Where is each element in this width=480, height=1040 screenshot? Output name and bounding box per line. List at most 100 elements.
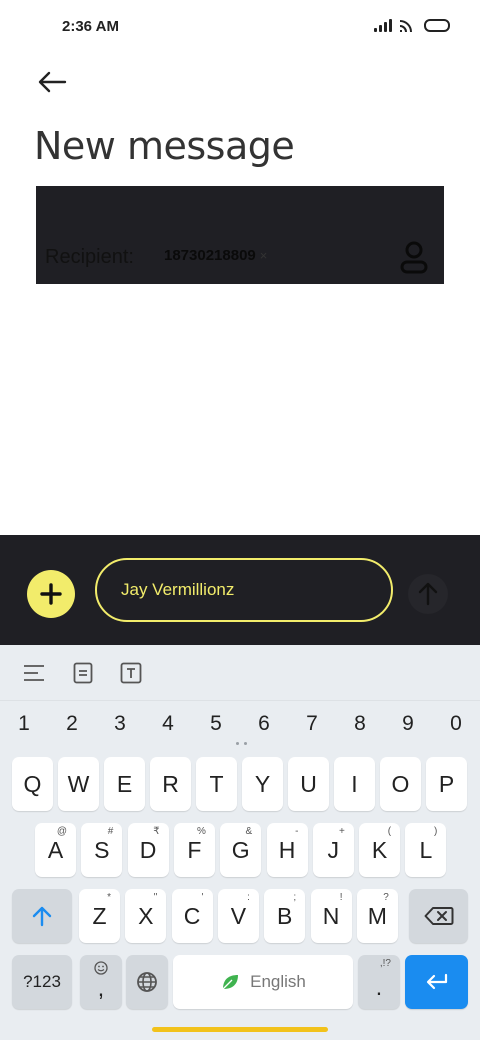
status-time: 2:36 AM bbox=[62, 18, 119, 35]
shift-key[interactable] bbox=[12, 889, 72, 943]
send-button[interactable] bbox=[408, 574, 448, 614]
symbols-key-label: ?123 bbox=[23, 972, 61, 991]
letter-key[interactable]: ; B bbox=[264, 889, 306, 943]
letter-key[interactable]: & G bbox=[220, 823, 262, 877]
key-label: D bbox=[139, 836, 157, 863]
letter-key[interactable]: Y bbox=[242, 757, 283, 811]
number-key[interactable]: 7 bbox=[294, 707, 330, 741]
key-hint: ! bbox=[339, 892, 343, 903]
key-hint: : bbox=[247, 892, 250, 903]
letter-key[interactable]: -H bbox=[266, 823, 308, 877]
key-hint: ( bbox=[387, 826, 392, 837]
letter-key[interactable]: :V bbox=[217, 889, 259, 943]
letter-key[interactable]: Q bbox=[12, 757, 53, 811]
keyboard-menu-button[interactable] bbox=[20, 659, 48, 687]
clipboard-button[interactable] bbox=[69, 659, 97, 687]
clipboard-icon bbox=[73, 662, 93, 684]
emoji-icon bbox=[94, 961, 108, 975]
key-label: W bbox=[67, 770, 90, 797]
number-key[interactable]: 8 bbox=[342, 707, 378, 741]
letter-key[interactable]: E bbox=[104, 757, 145, 811]
arrow-up-icon bbox=[418, 582, 438, 606]
letter-key[interactable]: R bbox=[150, 757, 191, 811]
back-button[interactable] bbox=[34, 64, 70, 100]
period-key[interactable]: ,!? . bbox=[358, 955, 400, 1009]
keyboard-toolbar bbox=[0, 645, 480, 701]
letter-key[interactable]: (K bbox=[359, 823, 401, 877]
key-label: S bbox=[94, 836, 110, 863]
key-label: E bbox=[116, 770, 133, 797]
letter-key[interactable]: U bbox=[288, 757, 329, 811]
letter-key[interactable]: * Z bbox=[79, 889, 120, 943]
contact-picker-button[interactable] bbox=[398, 240, 430, 274]
letter-key[interactable]: P bbox=[426, 757, 467, 811]
letter-key[interactable]: T bbox=[196, 757, 237, 811]
key-hint: * bbox=[107, 892, 111, 903]
key-hint: ) bbox=[434, 826, 438, 837]
home-indicator[interactable] bbox=[152, 1027, 328, 1032]
number-key[interactable]: 0 bbox=[438, 707, 474, 741]
key-label: M bbox=[367, 902, 387, 929]
number-key[interactable]: 1 bbox=[6, 707, 42, 741]
person-icon bbox=[400, 241, 428, 274]
key-label: F bbox=[187, 836, 202, 863]
status-icons bbox=[374, 18, 450, 32]
letter-key[interactable]: O bbox=[380, 757, 421, 811]
text-style-button[interactable] bbox=[117, 659, 145, 687]
letter-key[interactable]: " X bbox=[125, 889, 167, 943]
backspace-key[interactable] bbox=[409, 889, 468, 943]
period-key-label: . bbox=[375, 973, 383, 1000]
letter-key[interactable]: ' C bbox=[171, 889, 213, 943]
wifi-icon bbox=[399, 20, 412, 32]
number-key[interactable]: 4 bbox=[150, 707, 186, 741]
key-label: X bbox=[138, 902, 154, 929]
chip-remove-icon[interactable]: × bbox=[260, 248, 268, 263]
attach-button[interactable] bbox=[27, 570, 75, 618]
comma-key[interactable]: , bbox=[80, 955, 122, 1009]
key-hint: ; bbox=[293, 892, 297, 903]
key-label: O bbox=[391, 770, 410, 797]
language-key[interactable] bbox=[126, 955, 168, 1009]
space-key[interactable]: English bbox=[173, 955, 353, 1009]
recipient-chip-number: 18730218809 bbox=[164, 247, 256, 264]
key-hint: + bbox=[338, 826, 345, 837]
key-label: G bbox=[231, 836, 250, 863]
key-hint: " bbox=[153, 892, 158, 903]
key-label: Q bbox=[23, 770, 42, 797]
key-label: H bbox=[278, 836, 296, 863]
letter-key[interactable]: + J bbox=[312, 823, 354, 877]
leaf-icon bbox=[222, 975, 239, 990]
key-label: T bbox=[209, 770, 224, 797]
key-hint: # bbox=[107, 826, 114, 837]
letter-key[interactable]: # S bbox=[81, 823, 123, 877]
key-label: Y bbox=[254, 770, 271, 797]
comma-key-label: , bbox=[97, 974, 105, 1001]
recipient-chip[interactable]: 18730218809 × bbox=[164, 247, 267, 264]
key-label: P bbox=[438, 770, 455, 797]
number-key[interactable]: 6 bbox=[246, 707, 282, 741]
letter-key[interactable]: ) L bbox=[405, 823, 447, 877]
key-label: L bbox=[419, 836, 433, 863]
backspace-icon bbox=[424, 907, 453, 925]
number-key[interactable]: 3 bbox=[102, 707, 138, 741]
symbols-key[interactable]: ?123 bbox=[12, 955, 72, 1009]
letter-key[interactable]: ? M bbox=[356, 889, 398, 943]
number-key[interactable]: 2 bbox=[54, 707, 90, 741]
key-label: Z bbox=[92, 902, 107, 929]
letter-key[interactable]: % F bbox=[173, 823, 215, 877]
key-hint: ' bbox=[201, 892, 204, 903]
keyboard: 1234567890 QWERTYUIOP @ A # S ₹ D% F & G - H + J(K) L… bbox=[0, 645, 480, 1040]
globe-icon bbox=[137, 972, 157, 992]
message-input[interactable]: Jay Vermillionz bbox=[95, 558, 393, 622]
letter-key[interactable]: I bbox=[334, 757, 375, 811]
letter-key[interactable]: W bbox=[58, 757, 99, 811]
key-hint: ? bbox=[383, 892, 389, 903]
enter-key[interactable] bbox=[405, 955, 468, 1009]
letter-key[interactable]: @ A bbox=[35, 823, 76, 877]
recipient-field[interactable]: Recipient: 18730218809 × bbox=[36, 186, 444, 284]
number-key[interactable]: 9 bbox=[390, 707, 426, 741]
letter-key[interactable]: ₹ D bbox=[127, 823, 169, 877]
letter-key[interactable]: ! N bbox=[310, 889, 352, 943]
number-key[interactable]: 5 bbox=[198, 707, 234, 741]
recipient-label: Recipient: bbox=[45, 246, 134, 268]
